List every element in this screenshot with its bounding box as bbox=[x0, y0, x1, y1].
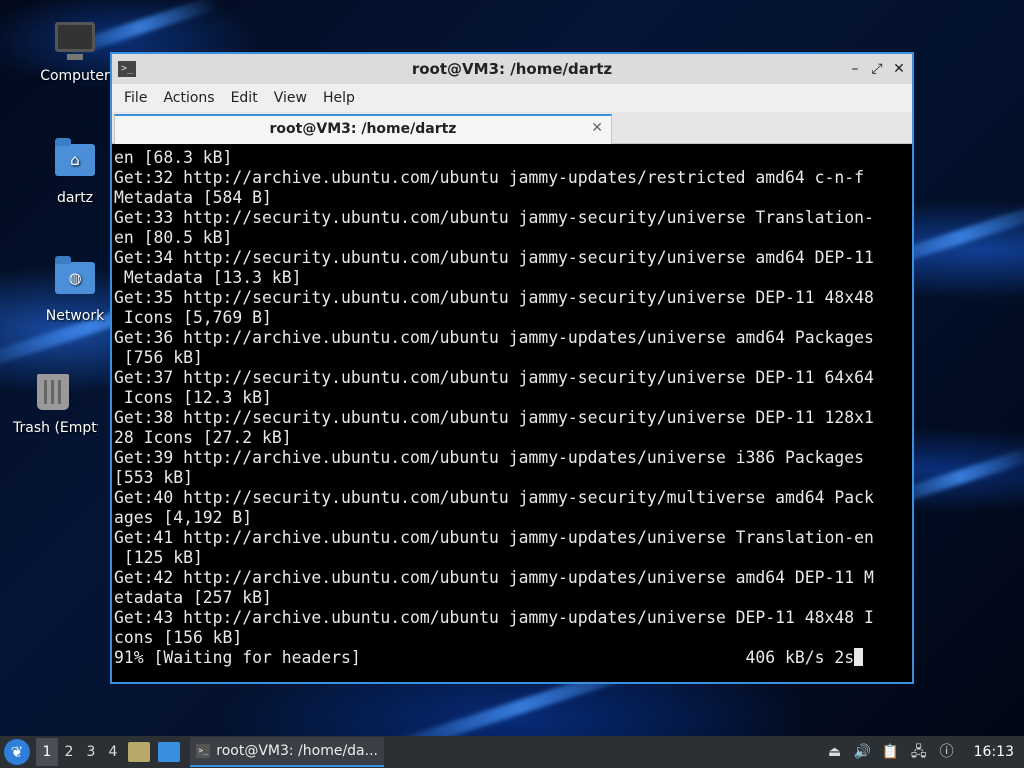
eject-icon[interactable]: ⏏ bbox=[826, 743, 844, 761]
terminal-line: Get:35 http://security.ubuntu.com/ubuntu… bbox=[114, 288, 874, 307]
network-icon[interactable]: 🖧 bbox=[910, 743, 928, 761]
tab-bar: root@VM3: /home/dartz ✕ bbox=[112, 112, 912, 144]
home-folder-icon: ⌂ bbox=[53, 138, 97, 184]
terminal-icon: >_ bbox=[118, 61, 136, 77]
terminal-line: en [80.5 kB] bbox=[114, 228, 233, 247]
terminal-line: [553 kB] bbox=[114, 468, 193, 487]
desktop-icon-label: Trash (Empty) bbox=[13, 420, 98, 436]
task-label: root@VM3: /home/da... bbox=[216, 743, 378, 759]
clock[interactable]: 16:13 bbox=[974, 744, 1014, 760]
terminal-line: Get:38 http://security.ubuntu.com/ubuntu… bbox=[114, 408, 874, 427]
terminal-line: [125 kB] bbox=[114, 548, 203, 567]
menu-view[interactable]: View bbox=[266, 90, 315, 106]
terminal-line: Icons [5,769 B] bbox=[114, 308, 272, 327]
terminal-line: Get:39 http://archive.ubuntu.com/ubuntu … bbox=[114, 448, 864, 467]
file-manager-icon[interactable] bbox=[128, 742, 150, 762]
workspace-4-button[interactable]: 4 bbox=[102, 738, 124, 766]
trash-icon bbox=[31, 374, 75, 414]
terminal-line: etadata [257 kB] bbox=[114, 588, 272, 607]
terminal-icon: >_ bbox=[196, 744, 211, 758]
terminal-line: Metadata [584 B] bbox=[114, 188, 272, 207]
terminal-output[interactable]: en [68.3 kB] Get:32 http://archive.ubuntu… bbox=[114, 146, 910, 682]
terminal-line: Icons [12.3 kB] bbox=[114, 388, 272, 407]
terminal-cursor bbox=[854, 648, 864, 666]
maximize-button[interactable]: ⤢ bbox=[868, 60, 886, 78]
network-folder-icon: ◍ bbox=[53, 256, 97, 302]
computer-icon bbox=[53, 22, 97, 62]
workspace-3-button[interactable]: 3 bbox=[80, 738, 102, 766]
taskbar: ❦ 1 2 3 4 >_ root@VM3: /home/da... ⏏ 🔊 📋… bbox=[0, 736, 1024, 768]
terminal-line: Get:37 http://security.ubuntu.com/ubuntu… bbox=[114, 368, 874, 387]
terminal-line: ages [4,192 B] bbox=[114, 508, 253, 527]
menu-bar: File Actions Edit View Help bbox=[112, 84, 912, 112]
terminal-window: >_ root@VM3: /home/dartz – ⤢ ✕ File Acti… bbox=[110, 52, 914, 684]
terminal-line: Get:34 http://security.ubuntu.com/ubuntu… bbox=[114, 248, 874, 267]
minimize-button[interactable]: – bbox=[846, 60, 864, 78]
workspace-1-button[interactable]: 1 bbox=[36, 738, 58, 766]
update-notifier-icon[interactable]: ⓘ bbox=[938, 743, 956, 761]
taskbar-task-terminal[interactable]: >_ root@VM3: /home/da... bbox=[190, 737, 384, 767]
desktop-icon-trash[interactable]: Trash (Empty) bbox=[13, 374, 98, 436]
terminal-line: [756 kB] bbox=[114, 348, 203, 367]
terminal-tab[interactable]: root@VM3: /home/dartz ✕ bbox=[114, 114, 612, 144]
terminal-line: Metadata [13.3 kB] bbox=[114, 268, 302, 287]
terminal-line: 91% [Waiting for headers] 406 kB/s 2s bbox=[114, 648, 910, 668]
close-button[interactable]: ✕ bbox=[890, 60, 908, 78]
workspace-2-button[interactable]: 2 bbox=[58, 738, 80, 766]
terminal-line: cons [156 kB] bbox=[114, 628, 243, 647]
terminal-line: Get:33 http://security.ubuntu.com/ubuntu… bbox=[114, 208, 874, 227]
tab-close-icon[interactable]: ✕ bbox=[591, 120, 603, 136]
terminal-line: Get:36 http://archive.ubuntu.com/ubuntu … bbox=[114, 328, 874, 347]
window-titlebar[interactable]: >_ root@VM3: /home/dartz – ⤢ ✕ bbox=[112, 54, 912, 84]
lxqt-start-icon[interactable]: ❦ bbox=[4, 739, 30, 765]
window-title: root@VM3: /home/dartz bbox=[411, 60, 613, 78]
terminal-line: 28 Icons [27.2 kB] bbox=[114, 428, 292, 447]
menu-file[interactable]: File bbox=[116, 90, 155, 106]
tab-label: root@VM3: /home/dartz bbox=[269, 121, 457, 137]
show-desktop-icon[interactable] bbox=[158, 742, 180, 762]
menu-help[interactable]: Help bbox=[315, 90, 363, 106]
terminal-line: Get:42 http://archive.ubuntu.com/ubuntu … bbox=[114, 568, 874, 587]
terminal-line: Get:41 http://archive.ubuntu.com/ubuntu … bbox=[114, 528, 874, 547]
volume-icon[interactable]: 🔊 bbox=[854, 743, 872, 761]
terminal-line: Get:32 http://archive.ubuntu.com/ubuntu … bbox=[114, 168, 864, 187]
menu-actions[interactable]: Actions bbox=[155, 90, 222, 106]
menu-edit[interactable]: Edit bbox=[223, 90, 266, 106]
terminal-line: Get:40 http://security.ubuntu.com/ubuntu… bbox=[114, 488, 874, 507]
terminal-line: Get:43 http://archive.ubuntu.com/ubuntu … bbox=[114, 608, 874, 627]
clipboard-icon[interactable]: 📋 bbox=[882, 743, 900, 761]
system-tray: ⏏ 🔊 📋 🖧 ⓘ 16:13 bbox=[826, 743, 1024, 761]
terminal-line: en [68.3 kB] bbox=[114, 148, 233, 167]
